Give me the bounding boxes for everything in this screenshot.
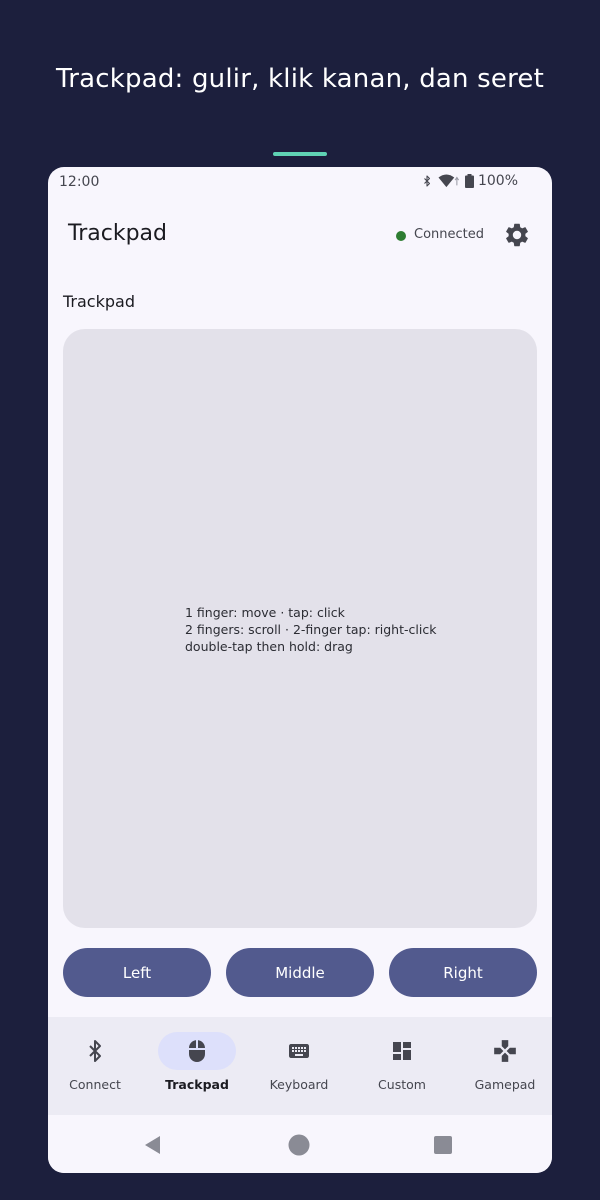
mouse-icon [189, 1040, 205, 1062]
battery-percent: 100% [477, 173, 518, 189]
bluetooth-icon [424, 175, 431, 187]
hint-line: 1 finger: move · tap: click [185, 605, 345, 620]
app-title: Trackpad [68, 221, 167, 246]
trackpad-hints: 1 finger: move · tap: click 2 fingers: s… [185, 604, 436, 655]
system-navigation-bar [48, 1115, 552, 1173]
back-icon [145, 1136, 160, 1154]
nav-label: Connect [69, 1077, 121, 1092]
phone-screen: 12:00 100% Trackpad Connected Trackpad 1… [48, 167, 552, 1173]
connection-dot [396, 231, 406, 241]
home-icon [288, 1134, 310, 1156]
keyboard-icon [289, 1044, 309, 1058]
hint-line: double-tap then hold: drag [185, 639, 353, 654]
battery-icon [464, 174, 474, 188]
nav-pill [56, 1032, 134, 1070]
nav-item-keyboard[interactable]: Keyboard [249, 1017, 349, 1115]
left-click-button[interactable]: Left [63, 948, 211, 997]
wifi-icon [438, 174, 460, 188]
settings-button[interactable] [503, 221, 531, 249]
hint-line: 2 fingers: scroll · 2-finger tap: right-… [185, 622, 437, 637]
section-title: Trackpad [63, 292, 135, 311]
nav-label: Gamepad [474, 1077, 536, 1092]
nav-label: Custom [378, 1077, 426, 1092]
back-button[interactable] [141, 1133, 165, 1157]
gear-icon [506, 223, 528, 247]
dashboard-icon [393, 1042, 411, 1060]
nav-pill [260, 1032, 338, 1070]
nav-label: Keyboard [269, 1077, 329, 1092]
middle-click-button[interactable]: Middle [226, 948, 374, 997]
bottom-navigation: Connect Trackpad Keyboard Custom Gamepad [48, 1017, 552, 1115]
bluetooth-icon [89, 1040, 101, 1062]
nav-item-connect[interactable]: Connect [48, 1017, 145, 1115]
recents-icon [434, 1136, 452, 1154]
status-bar: 12:00 100% [48, 167, 552, 195]
gamepad-icon [494, 1040, 516, 1062]
nav-pill [466, 1032, 544, 1070]
status-icons: 100% [421, 173, 518, 189]
nav-label: Trackpad [165, 1077, 229, 1092]
nav-pill [363, 1032, 441, 1070]
connection-status: Connected [414, 227, 485, 242]
right-click-button[interactable]: Right [389, 948, 537, 997]
nav-item-gamepad[interactable]: Gamepad [455, 1017, 552, 1115]
recents-button[interactable] [431, 1133, 455, 1157]
mouse-button-row: Left Middle Right [63, 948, 537, 997]
nav-item-trackpad[interactable]: Trackpad [147, 1017, 247, 1115]
trackpad-surface[interactable]: 1 finger: move · tap: click 2 fingers: s… [63, 329, 537, 928]
promo-title: Trackpad: gulir, klik kanan, dan seret [55, 64, 545, 94]
nav-pill [158, 1032, 236, 1070]
home-button[interactable] [287, 1133, 311, 1157]
accent-bar [273, 152, 327, 156]
status-time: 12:00 [59, 174, 100, 190]
app-bar: Trackpad Connected [48, 207, 552, 263]
nav-item-custom[interactable]: Custom [352, 1017, 452, 1115]
